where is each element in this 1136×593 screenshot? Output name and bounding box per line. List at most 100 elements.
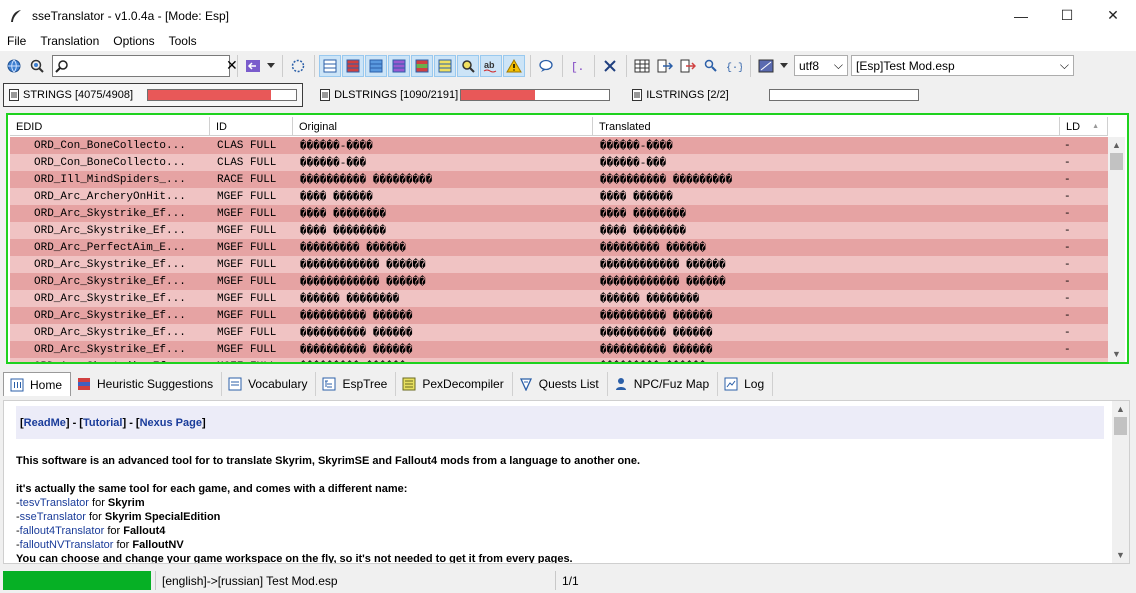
ssetranslator-link[interactable]: sseTranslator [20, 511, 86, 523]
back-icon[interactable] [242, 55, 264, 77]
search-settings-icon[interactable] [26, 55, 48, 77]
document-scrollbar[interactable]: ▲ ▼ [1112, 401, 1129, 563]
tutorial-link[interactable]: Tutorial [83, 416, 123, 430]
globe-icon[interactable] [3, 55, 25, 77]
table-row[interactable]: ORD_Arc_Skystrike_Ef...MGEF FULL��������… [10, 307, 1108, 324]
close-button[interactable]: ✕ [1090, 0, 1136, 31]
minimize-button[interactable]: — [998, 0, 1044, 31]
table-row[interactable]: ORD_Arc_Skystrike_Ef...MGEF FULL��������… [10, 256, 1108, 273]
cell-edid: ORD_Arc_Skystrike_Ef... [34, 258, 186, 271]
maximize-button[interactable]: ☐ [1044, 0, 1090, 31]
grid-icon[interactable] [631, 55, 653, 77]
theme-icon[interactable] [755, 55, 777, 77]
braces-icon[interactable]: [..] [567, 55, 589, 77]
quest-icon [519, 377, 533, 391]
column-header-original[interactable]: Original [293, 117, 593, 136]
tab-pexdecompiler[interactable]: PexDecompiler [396, 372, 513, 396]
scroll-thumb[interactable] [1110, 153, 1123, 170]
variant-for: for [104, 525, 124, 537]
menu-tools[interactable]: Tools [162, 34, 204, 48]
tab-esptree[interactable]: EspTree [316, 372, 397, 396]
table-row[interactable]: ORD_Arc_PerfectAim_E... MGEF FULL ��������… [10, 239, 1108, 256]
view-red-icon[interactable] [342, 54, 364, 77]
comment-icon[interactable] [535, 55, 557, 77]
column-header-translated[interactable]: Translated [593, 117, 1060, 136]
separator [626, 54, 627, 77]
scroll-up-icon[interactable]: ▲ [1108, 137, 1125, 153]
table-row[interactable]: ORD_Arc_Skystrike_Ef... MGEF FULL ���� ���… [10, 222, 1108, 239]
nexus-page-link[interactable]: Nexus Page [140, 416, 202, 430]
warning-icon[interactable] [503, 54, 525, 77]
tab-ilstrings[interactable]: ILSTRINGS [2/2] [627, 83, 924, 107]
fallout4translator-link[interactable]: fallout4Translator [20, 525, 105, 537]
scroll-down-icon[interactable]: ▼ [1112, 547, 1129, 563]
search-field[interactable]: ✕ [52, 54, 238, 77]
cell-ld: - [1060, 358, 1108, 363]
file-select[interactable]: [Esp]Test Mod.esp ⌵ [851, 55, 1074, 76]
tesvtranslator-link[interactable]: tesvTranslator [20, 497, 89, 509]
cell-translated: ������������ ������ [600, 259, 726, 272]
cell-original: ������ �������� [300, 293, 400, 306]
table-row[interactable]: ORD_Arc_Skystrike_Ef...MGEF FULL��������… [10, 341, 1108, 358]
table-row[interactable]: ORD_Con_BoneCollecto... CLAS FULL ������-�… [10, 154, 1108, 171]
cell-edid: ORD_Ill_MindSpiders_... [34, 173, 186, 186]
tab-home[interactable]: Home [3, 372, 72, 396]
table-row[interactable]: ORD_Arc_Skystrike_Ef... MGEF FULL ������ �… [10, 290, 1108, 307]
target-icon[interactable] [287, 55, 309, 77]
user-search-icon[interactable] [700, 55, 722, 77]
cell-translated: ��������� ������ [600, 242, 706, 255]
table-row[interactable]: ORD_Con_BoneCollecto... CLAS FULL ������-�… [10, 137, 1108, 154]
scroll-thumb[interactable] [1114, 417, 1127, 435]
table-row[interactable]: ORD_Ill_MindSpiders_... RACE FULL ��������… [10, 171, 1108, 188]
code-icon[interactable]: {·} [723, 55, 745, 77]
table-row[interactable]: ORD_Arc_ArcheryOnHit... MGEF FULL ���� ���… [10, 188, 1108, 205]
search-input[interactable] [69, 56, 226, 75]
tab-log-label: Log [744, 377, 765, 391]
menu-file[interactable]: File [0, 34, 33, 48]
spellcheck-icon[interactable]: ab [480, 54, 502, 77]
column-header-id[interactable]: ID [210, 117, 293, 136]
table-row[interactable]: ORD_Arc_Skystrike_Ef...MGEF FULL��������… [10, 358, 1108, 362]
tab-heuristic-suggestions[interactable]: Heuristic Suggestions [71, 372, 223, 396]
table-row[interactable]: ORD_Arc_Skystrike_Ef...MGEF FULL��������… [10, 273, 1108, 290]
vocabulary-icon [228, 377, 242, 391]
scroll-down-icon[interactable]: ▼ [1108, 346, 1125, 362]
tab-strings[interactable]: STRINGS [4075/4908] [3, 83, 304, 107]
readme-link[interactable]: ReadMe [24, 416, 66, 430]
table-row[interactable]: ORD_Arc_Skystrike_Ef...MGEF FULL��������… [10, 324, 1108, 341]
clear-icon[interactable]: ✕ [226, 57, 238, 74]
menu-translation[interactable]: Translation [33, 34, 106, 48]
view-yellow-icon[interactable] [434, 54, 456, 77]
tab-vocabulary[interactable]: Vocabulary [222, 372, 317, 396]
cell-id: MGEF FULL [217, 326, 277, 339]
tab-quests-list[interactable]: Quests List [513, 372, 608, 396]
find-icon[interactable] [457, 54, 479, 77]
view-purple-icon[interactable] [388, 54, 410, 77]
falloutnvtranslator-link[interactable]: falloutNVTranslator [20, 539, 114, 551]
cell-translated: ���� ������ [600, 191, 673, 204]
column-header-edid[interactable]: EDID [10, 117, 210, 136]
export-icon[interactable] [677, 55, 699, 77]
cell-edid: ORD_Arc_Skystrike_Ef... [34, 207, 186, 220]
cell-edid: ORD_Arc_Skystrike_Ef... [34, 309, 186, 322]
scroll-up-icon[interactable]: ▲ [1112, 401, 1129, 417]
column-header-ld[interactable]: LD ▲ [1060, 117, 1108, 136]
cell-original: ���� ������ [300, 191, 373, 204]
home-document: [ ReadMe ] - [ Tutorial ] - [ Nexus Page… [3, 400, 1130, 564]
encoding-select[interactable]: utf8 ⌵ [794, 55, 848, 76]
tab-npc-fuz-map[interactable]: NPC/Fuz Map [608, 372, 719, 396]
import-icon[interactable] [654, 55, 676, 77]
menu-options[interactable]: Options [106, 34, 161, 48]
status-progress [3, 571, 151, 590]
dropdown-arrow-icon[interactable] [265, 55, 277, 77]
view-all-icon[interactable] [319, 54, 341, 77]
cell-ld: - [1064, 309, 1071, 322]
tab-log[interactable]: Log [718, 372, 774, 396]
table-row[interactable]: ORD_Arc_Skystrike_Ef... MGEF FULL ���� ���… [10, 205, 1108, 222]
delete-icon[interactable] [599, 55, 621, 77]
view-blue-icon[interactable] [365, 54, 387, 77]
theme-dropdown-icon[interactable] [778, 55, 790, 77]
view-mixed-icon[interactable] [411, 54, 433, 77]
grid-scrollbar[interactable]: ▲ ▼ [1108, 137, 1125, 362]
tab-dlstrings[interactable]: DLSTRINGS [1090/2191] [315, 83, 615, 107]
